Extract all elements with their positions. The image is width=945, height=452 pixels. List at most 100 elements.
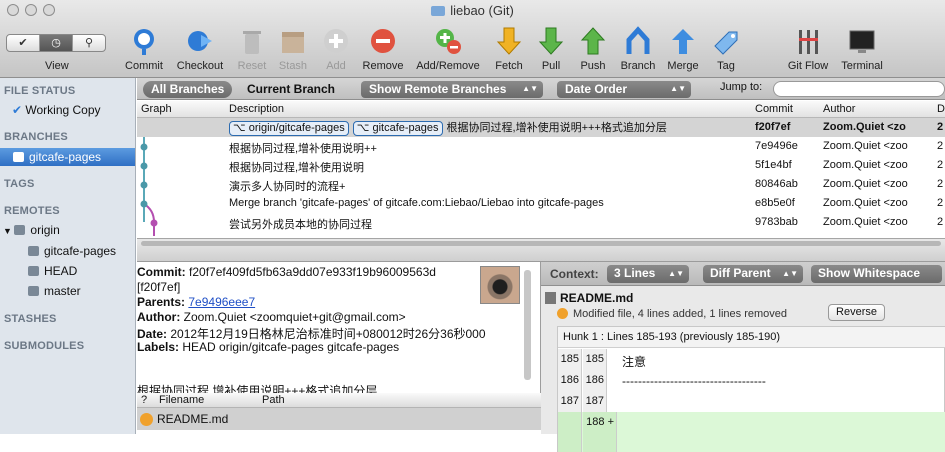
- sidebar-item-current-branch[interactable]: gitcafe-pages: [0, 148, 135, 166]
- reverse-button[interactable]: Reverse: [828, 304, 885, 321]
- diff-pane: Context: 3 Lines ▲▼ Diff Parent ▲▼ Show Wh…: [541, 262, 945, 452]
- commit-author: Zoom.Quiet <zoomquiet+git@gmail.com>: [183, 310, 406, 324]
- commit-row[interactable]: 根据协同过程,增补使用说明 5f1e4bf Zoom.Quiet <zoo 2: [137, 156, 945, 175]
- push-arrow-icon: [580, 27, 606, 55]
- sidebar-item-working-copy[interactable]: ✔ Working Copy: [12, 103, 101, 117]
- commit-list-scrollbar[interactable]: [137, 240, 945, 247]
- diff-hunk: Hunk 1 : Lines 185-193 (previously 185-1…: [557, 326, 945, 452]
- updown-icon: ▲▼: [522, 84, 538, 93]
- branch-icon: [13, 152, 24, 162]
- detail-scrollbar[interactable]: [524, 270, 531, 380]
- view-search-segment[interactable]: ⚲: [73, 35, 105, 51]
- parent-commit-link[interactable]: 7e9496eee7: [188, 295, 255, 309]
- all-branches-tab[interactable]: All Branches: [143, 81, 233, 98]
- commit-list: ⌥ origin/gitcafe-pages ⌥ gitcafe-pages 根据协…: [137, 118, 945, 236]
- view-label: View: [45, 60, 69, 72]
- commit-row[interactable]: 尝试另外成员本地的协同过程 9783bab Zoom.Quiet <zoo 2: [137, 213, 945, 232]
- hunk-header: Hunk 1 : Lines 185-193 (previously 185-1…: [558, 327, 945, 348]
- diff-parent-dropdown[interactable]: Diff Parent ▲▼: [703, 265, 803, 283]
- column-commit[interactable]: Commit: [755, 103, 793, 115]
- commit-button[interactable]: Commit: [112, 26, 176, 72]
- file-list-item[interactable]: README.md: [137, 408, 541, 430]
- diff-line: 186 186 ----------------------------------…: [558, 370, 945, 391]
- modified-file-icon: [140, 413, 153, 426]
- commit-list-header: Graph Description Commit Author D: [137, 101, 945, 118]
- diff-line: 185 185 注意: [558, 349, 945, 370]
- sidebar-header-stashes: STASHES: [4, 313, 57, 325]
- server-icon: [14, 225, 26, 235]
- column-graph[interactable]: Graph: [141, 103, 172, 115]
- terminal-icon: [849, 30, 875, 53]
- sidebar-item-remote-master[interactable]: master: [28, 284, 81, 298]
- column-filename[interactable]: Filename: [159, 394, 204, 406]
- disclosure-triangle-icon[interactable]: ▼: [3, 226, 14, 236]
- sidebar-header-branches: BRANCHES: [4, 131, 68, 143]
- column-path[interactable]: Path: [262, 394, 285, 406]
- tag-icon: [714, 31, 738, 55]
- commit-detail-pane: Commit: f20f7ef409fd5fb63a9dd07e933f19b9…: [137, 262, 541, 393]
- add-remove-button[interactable]: Add/Remove: [416, 26, 480, 72]
- view-segmented-control[interactable]: ✔ ◷ ⚲: [6, 34, 106, 52]
- commit-message: 根据协同过程,增补使用说明+++格式追加分层: [137, 384, 378, 393]
- show-remote-branches-dropdown[interactable]: Show Remote Branches ▲▼: [361, 81, 543, 98]
- add-remove-icon: [436, 29, 461, 54]
- commit-row[interactable]: 根据协同过程,增补使用说明++ 7e9496e Zoom.Quiet <zoo 2: [137, 137, 945, 156]
- title-bar: liebao (Git) ✔ ◷ ⚲ View Commit Checkout …: [0, 0, 945, 78]
- remove-button[interactable]: Remove: [351, 26, 415, 72]
- diff-line: 187 187: [558, 391, 945, 412]
- column-status[interactable]: ?: [141, 394, 147, 406]
- sidebar-header-file-status: FILE STATUS: [4, 85, 76, 97]
- sidebar-header-tags: TAGS: [4, 178, 35, 190]
- plus-icon: [324, 29, 348, 53]
- tag-button[interactable]: Tag: [694, 26, 758, 72]
- jump-to-label: Jump to:: [720, 81, 763, 93]
- sidebar-item-remote-gitcafe-pages[interactable]: gitcafe-pages: [28, 244, 116, 258]
- branch-filter-bar: All Branches Current Branch Show Remote …: [137, 78, 945, 100]
- show-whitespace-dropdown[interactable]: Show Whitespace: [811, 265, 942, 283]
- document-icon: [545, 292, 556, 304]
- modified-file-icon: [557, 308, 568, 319]
- updown-icon: ▲▼: [782, 269, 798, 278]
- commit-row[interactable]: Merge branch 'gitcafe-pages' of gitcafe.…: [137, 194, 945, 213]
- window-title: liebao (Git): [0, 3, 945, 18]
- commit-labels: HEAD origin/gitcafe-pages gitcafe-pages: [182, 340, 400, 354]
- column-author[interactable]: Author: [823, 103, 855, 115]
- check-icon: ✔: [12, 103, 26, 117]
- current-branch-tab[interactable]: Current Branch: [239, 81, 343, 98]
- column-description[interactable]: Description: [229, 103, 284, 115]
- diff-toolbar: Context: 3 Lines ▲▼ Diff Parent ▲▼ Show Wh…: [541, 262, 945, 286]
- sidebar-item-origin[interactable]: ▼ origin: [3, 223, 60, 237]
- terminal-button[interactable]: Terminal: [830, 26, 894, 72]
- commit-sha: f20f7ef409fd5fb63a9dd07e933f19b96009563d: [189, 265, 436, 279]
- diff-line-added: 188 +: [558, 412, 945, 452]
- updown-icon: ▲▼: [668, 269, 684, 278]
- commit-icon: [134, 29, 154, 55]
- sidebar-item-remote-head[interactable]: HEAD: [28, 264, 77, 278]
- branch-icon: [28, 246, 39, 256]
- author-avatar: [480, 266, 520, 304]
- context-label: Context:: [550, 267, 599, 281]
- commit-row[interactable]: ⌥ origin/gitcafe-pages ⌥ gitcafe-pages 根据协…: [137, 118, 945, 137]
- column-date[interactable]: D: [937, 103, 945, 115]
- diff-summary: Modified file, 4 lines added, 1 lines re…: [557, 308, 787, 320]
- file-list-header: ? Filename Path: [137, 393, 541, 408]
- sidebar-header-submodules: SUBMODULES: [4, 340, 85, 352]
- jump-to-input[interactable]: [773, 81, 945, 97]
- branch-icon: [626, 26, 650, 54]
- date-order-dropdown[interactable]: Date Order ▲▼: [557, 81, 691, 98]
- context-lines-dropdown[interactable]: 3 Lines ▲▼: [607, 265, 689, 283]
- updown-icon: ▲▼: [670, 84, 686, 93]
- sidebar-header-remotes: REMOTES: [4, 205, 60, 217]
- remote-branch-tag: ⌥ origin/gitcafe-pages: [229, 121, 349, 136]
- diff-file-title: README.md: [545, 291, 633, 305]
- commit-date: 2012年12月19日格林尼治标准时间+080012时26分36秒000: [170, 327, 486, 341]
- checkout-icon: [188, 31, 212, 51]
- commit-row[interactable]: 演示多人协同时的流程+ 80846ab Zoom.Quiet <zoo 2: [137, 175, 945, 194]
- branch-tag: ⌥ gitcafe-pages: [352, 121, 443, 136]
- git-flow-icon: [799, 30, 818, 54]
- branch-icon: [28, 286, 39, 296]
- view-log-segment[interactable]: ◷: [40, 35, 73, 51]
- folder-icon: [431, 6, 446, 16]
- commit-short-sha: [f20f7ef]: [137, 280, 181, 294]
- view-status-segment[interactable]: ✔: [7, 35, 40, 51]
